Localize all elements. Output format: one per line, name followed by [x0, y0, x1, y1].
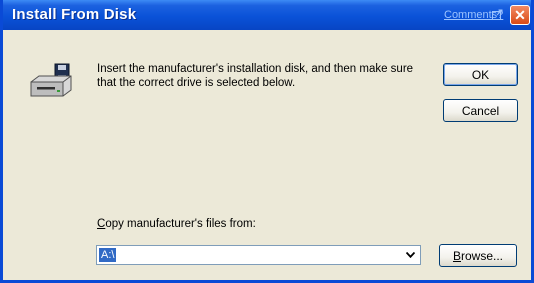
- window-title: Install From Disk: [12, 6, 137, 23]
- close-button[interactable]: ✕: [510, 5, 530, 25]
- title-bar[interactable]: Install From Disk Comments? ✕: [3, 0, 531, 30]
- copy-from-label-text: opy manufacturer's files from:: [105, 218, 256, 230]
- comments-icon[interactable]: [492, 9, 503, 20]
- cancel-button[interactable]: Cancel: [443, 99, 518, 122]
- browse-label: rowse...: [461, 248, 504, 263]
- chevron-down-icon: [405, 252, 415, 258]
- ok-button[interactable]: OK: [443, 63, 518, 86]
- browse-accesskey: B: [452, 248, 461, 263]
- copy-from-value[interactable]: A:\: [99, 248, 117, 262]
- copy-from-combobox[interactable]: A:\: [96, 245, 421, 265]
- disk-drive-icon: [30, 63, 72, 97]
- install-from-disk-dialog: Install From Disk Comments? ✕ Insert the…: [0, 0, 534, 283]
- dropdown-button[interactable]: [401, 247, 419, 263]
- browse-button[interactable]: Browse...: [439, 244, 517, 267]
- instruction-text: Insert the manufacturer's installation d…: [97, 63, 414, 89]
- copy-from-label: Copy manufacturer's files from:: [97, 218, 256, 230]
- close-icon: ✕: [514, 6, 526, 23]
